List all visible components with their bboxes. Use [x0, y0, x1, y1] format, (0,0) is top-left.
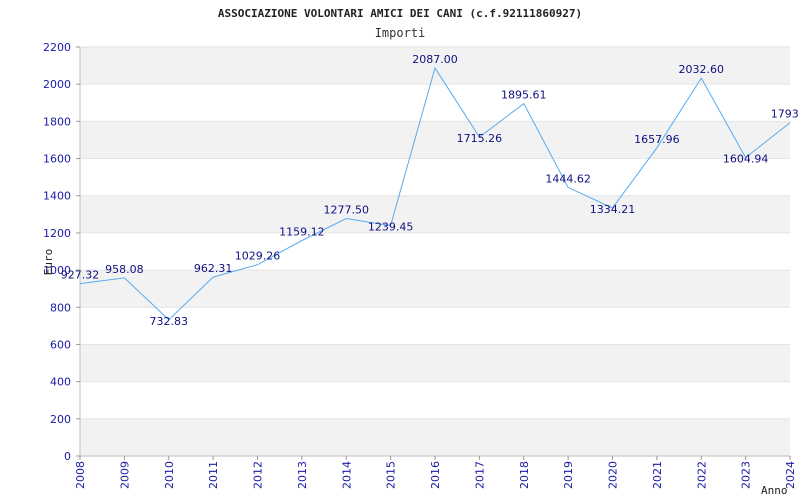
y-tick-label: 0 [64, 450, 71, 463]
data-label: 732.83 [150, 315, 189, 328]
grid-bands [80, 46, 790, 457]
x-tick-label: 2022 [695, 461, 708, 489]
data-label: 927.32 [61, 269, 100, 282]
y-axis-title: Euro [42, 249, 55, 276]
data-label: 2087.00 [412, 53, 458, 66]
grid-band [80, 195, 790, 233]
grid-band [80, 418, 790, 456]
x-axis: 2008 2009 2010 2011 2012 2013 2014 2015 2016 2017… [74, 455, 797, 489]
chart-title: ASSOCIAZIONE VOLONTARI AMICI DEI CANI (c… [218, 7, 582, 20]
y-tick-label: 1400 [43, 190, 71, 203]
y-tick-label: 200 [50, 413, 71, 426]
data-label: 1029.26 [235, 250, 281, 263]
x-tick-label: 2015 [385, 461, 398, 489]
data-label: 958.08 [105, 263, 144, 276]
data-label: 2032.60 [679, 63, 725, 76]
y-tick-label: 600 [50, 338, 71, 351]
y-tick-label: 2200 [43, 41, 71, 54]
x-tick-label: 2018 [518, 461, 531, 489]
data-label: 1334.21 [590, 203, 636, 216]
y-tick-label: 800 [50, 301, 71, 314]
x-axis-title: Anno [761, 484, 788, 497]
data-label: 1657.96 [634, 133, 680, 146]
y-tick-label: 1800 [43, 115, 71, 128]
x-tick-label: 2013 [296, 461, 309, 489]
y-tick-label: 1600 [43, 153, 71, 166]
data-label: 962.31 [194, 262, 233, 275]
x-tick-label: 2009 [118, 461, 131, 489]
data-label: 1444.62 [545, 172, 591, 185]
x-tick-label: 2011 [207, 461, 220, 489]
x-tick-label: 2014 [340, 461, 353, 489]
data-label: 1277.50 [324, 204, 370, 217]
x-tick-label: 2017 [473, 461, 486, 489]
grid-band [80, 270, 790, 308]
x-tick-label: 2010 [163, 461, 176, 489]
x-tick-label: 2008 [74, 461, 87, 489]
grid-band [80, 344, 790, 382]
x-tick-label: 2021 [651, 461, 664, 489]
y-tick-label: 400 [50, 376, 71, 389]
x-tick-label: 2016 [429, 461, 442, 489]
y-tick-label: 1200 [43, 227, 71, 240]
data-label: 1159.12 [279, 226, 325, 239]
data-label: 1895.61 [501, 89, 547, 102]
x-tick-label: 2012 [252, 461, 265, 489]
grid-band [80, 121, 790, 159]
data-label: 1715.26 [457, 132, 503, 145]
y-tick-label: 2000 [43, 78, 71, 91]
x-tick-label: 2023 [740, 461, 753, 489]
x-tick-label: 2019 [562, 461, 575, 489]
x-tick-label: 2020 [607, 461, 620, 489]
data-label: 1239.45 [368, 221, 414, 234]
chart-subtitle: Importi [375, 26, 426, 40]
data-label: 1604.94 [723, 153, 769, 166]
data-label: 1793.0 [771, 108, 800, 121]
line-chart: 0200400600800100012001400160018002000220… [42, 7, 800, 497]
